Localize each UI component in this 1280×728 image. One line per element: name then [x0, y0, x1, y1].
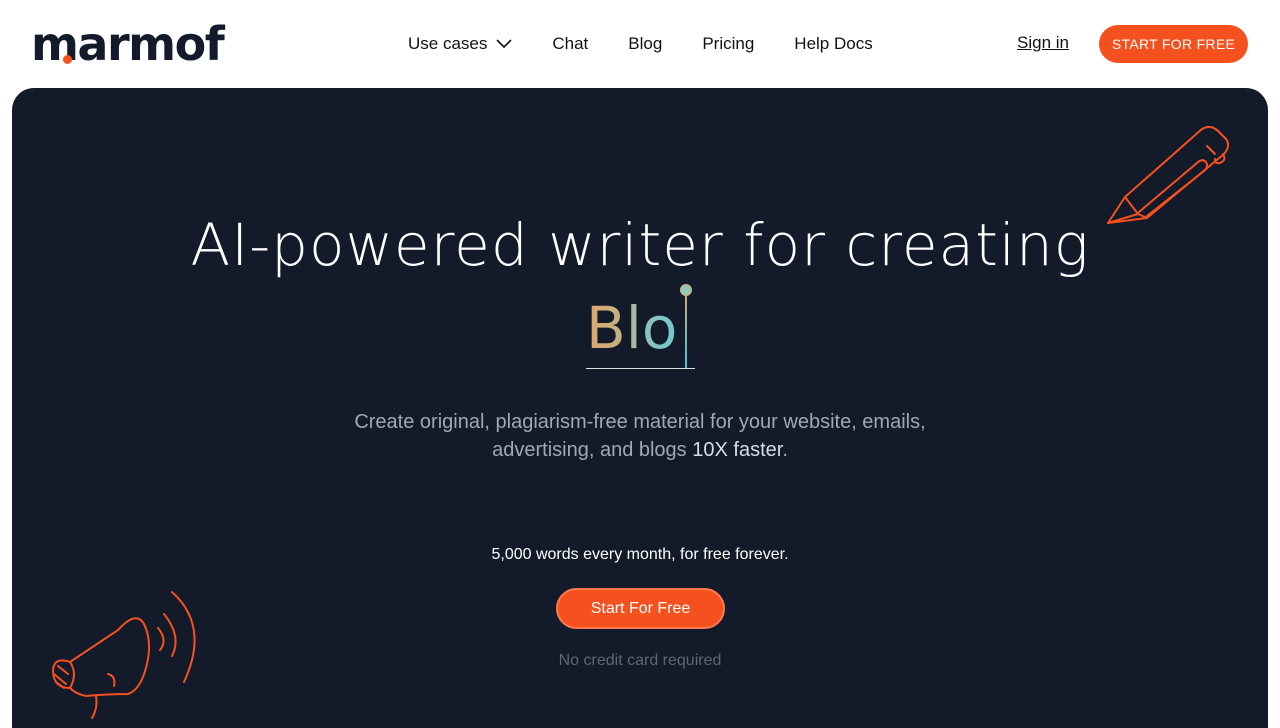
nav-item-label: Blog	[628, 34, 663, 53]
typing-cursor	[685, 290, 687, 368]
typing-cursor-dot	[680, 284, 692, 296]
nav-item-use-cases[interactable]: Use cases	[408, 34, 512, 54]
sign-in-link[interactable]: Sign in	[1017, 33, 1069, 53]
nav-item-help-docs[interactable]: Help Docs	[794, 34, 872, 54]
nav-item-pricing[interactable]: Pricing	[702, 34, 754, 54]
nav-item-chat[interactable]: Chat	[552, 34, 588, 54]
chevron-down-icon	[496, 39, 512, 49]
subtitle-emphasis: 10X faster	[692, 439, 783, 461]
hero-section: AI-powered writer for creating Blo Creat…	[12, 88, 1268, 728]
typed-word: Blo	[586, 294, 678, 362]
site-header: marmof Use cases Chat Blog Pricing Help …	[0, 0, 1280, 88]
subtitle-line-2-suffix: .	[782, 439, 788, 461]
typed-word-box: Blo	[586, 284, 695, 369]
nav-item-label: Pricing	[702, 34, 755, 53]
main-nav: Use cases Chat Blog Pricing Help Docs	[408, 33, 913, 55]
nav-item-label: Help Docs	[794, 34, 873, 53]
hero-subtitle: Create original, plagiarism-free materia…	[12, 408, 1268, 464]
hero-title: AI-powered writer for creating	[190, 211, 1090, 279]
nav-item-blog[interactable]: Blog	[628, 34, 662, 54]
start-for-free-header-button[interactable]: START FOR FREE	[1099, 25, 1248, 63]
nav-item-label: Chat	[552, 34, 589, 53]
logo-text: marmof	[31, 17, 225, 71]
logo-dot	[63, 55, 72, 64]
marmof-logo[interactable]: marmof	[31, 17, 225, 71]
start-for-free-button[interactable]: Start For Free	[556, 588, 725, 629]
megaphone-icon	[52, 591, 196, 719]
nav-item-label: Use cases	[408, 34, 488, 53]
subtitle-line-2-prefix: advertising, and blogs	[492, 439, 693, 461]
free-words-note: 5,000 words every month, for free foreve…	[491, 546, 789, 563]
subtitle-line-1: Create original, plagiarism-free materia…	[354, 411, 926, 433]
